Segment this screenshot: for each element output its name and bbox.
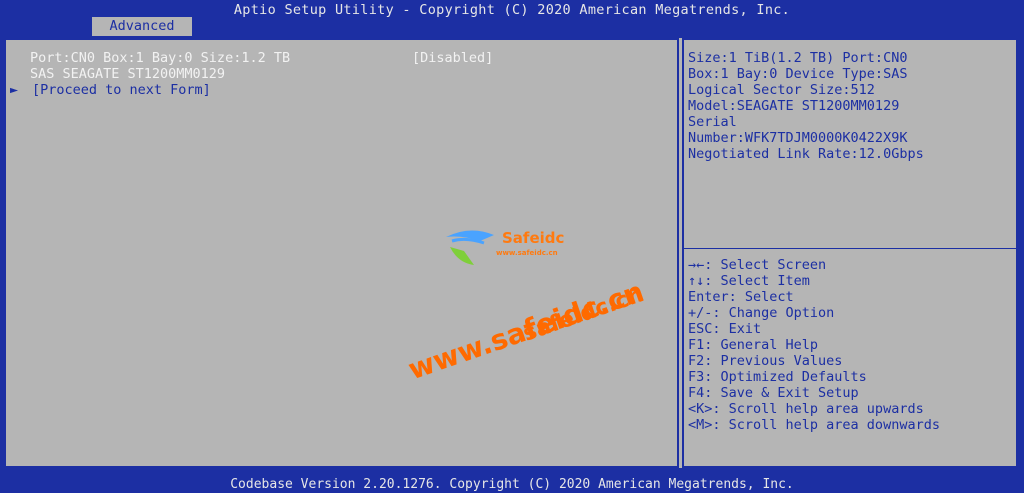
help-select-item: ↑↓: Select Item [688, 273, 810, 289]
submenu-arrow-icon: ► [10, 82, 19, 98]
help-esc: ESC: Exit [688, 321, 762, 337]
help-f4: F4: Save & Exit Setup [688, 385, 859, 401]
info-line: Model:SEAGATE ST1200MM0129 [688, 98, 900, 114]
footer-bar: Codebase Version 2.20.1276. Copyright (C… [230, 477, 794, 492]
help-f3: F3: Optimized Defaults [688, 369, 867, 385]
right-pane: Size:1 TiB(1.2 TB) Port:CN0 Box:1 Bay:0 … [682, 38, 1018, 468]
help-f2: F2: Previous Values [688, 353, 843, 369]
info-line: Logical Sector Size:512 [688, 82, 875, 98]
proceed-next-form-link[interactable]: [Proceed to next Form] [32, 82, 211, 98]
help-scroll-up: <K>: Scroll help area upwards [688, 401, 924, 417]
info-line: Size:1 TiB(1.2 TB) Port:CN0 [688, 50, 908, 66]
help-enter: Enter: Select [688, 289, 794, 305]
help-scroll-down: <M>: Scroll help area downwards [688, 417, 940, 433]
info-line: Negotiated Link Rate:12.0Gbps [688, 146, 924, 162]
info-line: Serial [688, 114, 737, 130]
help-select-screen: →←: Select Screen [688, 257, 827, 273]
drive-value[interactable]: [Disabled] [412, 50, 493, 66]
tab-advanced[interactable]: Advanced [92, 17, 192, 36]
left-pane: Port:CN0 Box:1 Bay:0 Size:1.2 TB [Disabl… [4, 38, 679, 468]
drive-label[interactable]: Port:CN0 Box:1 Bay:0 Size:1.2 TB [30, 50, 290, 66]
drive-model: SAS SEAGATE ST1200MM0129 [30, 66, 226, 82]
help-change-option: +/-: Change Option [688, 305, 835, 321]
help-divider [684, 248, 1016, 249]
info-line: Box:1 Bay:0 Device Type:SAS [688, 66, 908, 82]
info-line: Number:WFK7TDJM0000K0422X9K [688, 130, 908, 146]
help-f1: F1: General Help [688, 337, 819, 353]
